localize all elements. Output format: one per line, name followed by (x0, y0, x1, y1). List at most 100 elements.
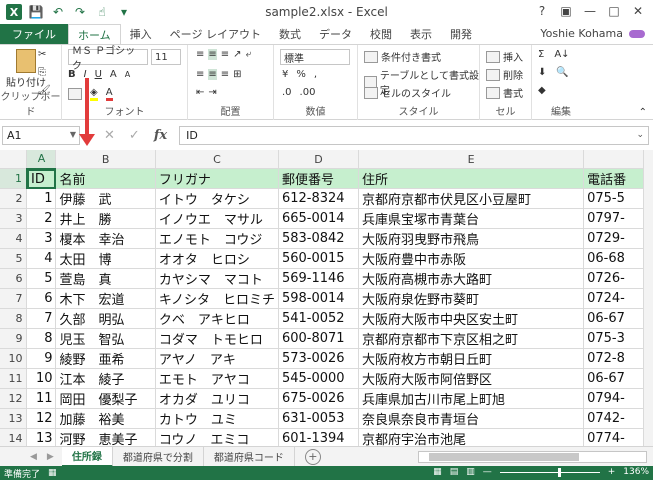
cell[interactable]: 10 (26, 368, 57, 390)
tab-formulas[interactable]: 数式 (270, 24, 310, 44)
next-sheet-icon[interactable]: ▶ (47, 452, 54, 462)
currency-icon[interactable]: ¥ (282, 69, 288, 80)
cell[interactable]: 大阪府豊中市赤阪 (358, 248, 585, 270)
row-header[interactable]: 4 (0, 228, 28, 250)
font-size-select[interactable]: 11 (151, 49, 181, 65)
row-header[interactable]: 1 (0, 168, 28, 190)
cell[interactable]: 住所 (358, 168, 585, 190)
find-select-icon[interactable]: 🔍 (556, 67, 568, 78)
redo-icon[interactable]: ↷ (72, 4, 88, 20)
cell[interactable]: 665-0014 (278, 208, 360, 230)
tab-file[interactable]: ファイル (0, 24, 68, 44)
cell[interactable]: コウノ エミコ (155, 428, 279, 446)
align-bottom-icon[interactable]: ≡ (221, 49, 229, 60)
collapse-ribbon-icon[interactable]: ⌃ (639, 107, 647, 118)
cell[interactable]: 612-8324 (278, 188, 360, 210)
cell[interactable]: 6 (26, 288, 57, 310)
cell[interactable]: 萱島 真 (55, 268, 156, 290)
cell[interactable]: 井上 勝 (55, 208, 156, 230)
page-layout-view-icon[interactable]: ▤ (450, 467, 459, 477)
shrink-font-button[interactable]: A (125, 70, 130, 79)
cell[interactable]: 541-0052 (278, 308, 360, 330)
conditional-format-button[interactable]: 条件付き書式 (364, 49, 441, 64)
insert-cells-button[interactable]: 挿入 (486, 49, 523, 64)
cell[interactable]: 560-0015 (278, 248, 360, 270)
cell[interactable]: カトウ ユミ (155, 408, 279, 430)
align-right-icon[interactable]: ≡ (221, 69, 229, 80)
cell[interactable]: 大阪府泉佐野市葵町 (358, 288, 585, 310)
decrease-decimal-icon[interactable]: .00 (300, 87, 316, 98)
cell[interactable]: 兵庫県加古川市尾上町旭 (358, 388, 585, 410)
close-button[interactable]: ✕ (627, 2, 649, 20)
comma-button[interactable]: , (314, 69, 317, 80)
user-account[interactable]: Yoshie Kohama (540, 27, 645, 40)
row-header[interactable]: 8 (0, 308, 28, 330)
cell[interactable]: クベ アキヒロ (155, 308, 279, 330)
cell[interactable]: キノシタ ヒロミチ (155, 288, 279, 310)
name-box[interactable]: A1 ▼ (2, 125, 80, 145)
zoom-out-button[interactable]: — (483, 467, 492, 477)
cell[interactable]: 大阪府大阪市阿倍野区 (358, 368, 585, 390)
cell[interactable]: 京都府宇治市池尾 (358, 428, 585, 446)
cell[interactable]: 4 (26, 248, 57, 270)
cell[interactable]: フリガナ (155, 168, 279, 190)
formula-input[interactable]: ID ⌄ (179, 125, 649, 145)
cell[interactable]: 大阪府枚方市朝日丘町 (358, 348, 585, 370)
wrap-text-icon[interactable]: ⤶ (246, 49, 252, 60)
cell[interactable]: 京都府京都市下京区相之町 (358, 328, 585, 350)
column-header[interactable]: B (55, 150, 156, 170)
font-color-button[interactable]: A (105, 87, 113, 101)
cell[interactable]: 9 (26, 348, 57, 370)
cell[interactable]: エモト アヤコ (155, 368, 279, 390)
cell[interactable]: 7 (26, 308, 57, 330)
expand-formula-icon[interactable]: ⌄ (636, 130, 644, 140)
cell[interactable]: 兵庫県宝塚市青葉台 (358, 208, 585, 230)
cell[interactable]: 13 (26, 428, 57, 446)
zoom-in-button[interactable]: + (608, 467, 616, 477)
cell[interactable]: 江本 綾子 (55, 368, 156, 390)
chevron-down-icon[interactable]: ▼ (70, 130, 76, 139)
cell[interactable]: コダマ トモヒロ (155, 328, 279, 350)
cell[interactable]: オカダ ユリコ (155, 388, 279, 410)
tab-developer[interactable]: 開発 (441, 24, 481, 44)
cut-icon[interactable]: ✂ (38, 49, 46, 60)
cell[interactable]: エノモト コウジ (155, 228, 279, 250)
cell[interactable]: 569-1146 (278, 268, 360, 290)
help-button[interactable]: ? (531, 2, 553, 20)
cell[interactable]: ID (26, 168, 57, 190)
zoom-slider[interactable] (499, 467, 600, 477)
column-header[interactable]: C (155, 150, 279, 170)
cancel-icon[interactable]: ✕ (104, 128, 115, 143)
cell[interactable]: 631-0053 (278, 408, 360, 430)
undo-icon[interactable]: ↶ (50, 4, 66, 20)
cell[interactable]: 12 (26, 408, 57, 430)
cell[interactable]: 545-0000 (278, 368, 360, 390)
column-header[interactable]: E (358, 150, 585, 170)
tab-home[interactable]: ホーム (68, 24, 121, 44)
row-header[interactable]: 6 (0, 268, 28, 290)
merge-center-icon[interactable]: ⊞ (233, 69, 241, 80)
minimize-button[interactable]: — (579, 2, 601, 20)
tab-insert[interactable]: 挿入 (121, 24, 161, 44)
vertical-scrollbar[interactable] (643, 150, 653, 446)
cell[interactable]: 伊藤 武 (55, 188, 156, 210)
cell[interactable]: 大阪府大阪市中央区安土町 (358, 308, 585, 330)
cell[interactable]: 583-0842 (278, 228, 360, 250)
column-header[interactable]: A (26, 150, 57, 170)
delete-cells-button[interactable]: 削除 (486, 67, 523, 82)
cell[interactable]: 601-1394 (278, 428, 360, 446)
border-icon[interactable] (68, 88, 82, 100)
cell[interactable]: カヤシマ マコト (155, 268, 279, 290)
row-header[interactable]: 9 (0, 328, 28, 350)
cell[interactable]: イトウ タケシ (155, 188, 279, 210)
tab-view[interactable]: 表示 (401, 24, 441, 44)
fill-color-icon[interactable]: ◈ (90, 87, 98, 101)
cell[interactable]: オオタ ヒロシ (155, 248, 279, 270)
normal-view-icon[interactable]: ▦ (433, 467, 442, 477)
cell[interactable]: アヤノ アキ (155, 348, 279, 370)
autosum-button[interactable]: Σ (538, 49, 544, 60)
cell[interactable]: イノウエ マサル (155, 208, 279, 230)
align-middle-icon[interactable]: ≡ (208, 49, 217, 60)
ribbon-display-icon[interactable]: ▣ (555, 2, 577, 20)
cell[interactable]: 久部 明弘 (55, 308, 156, 330)
